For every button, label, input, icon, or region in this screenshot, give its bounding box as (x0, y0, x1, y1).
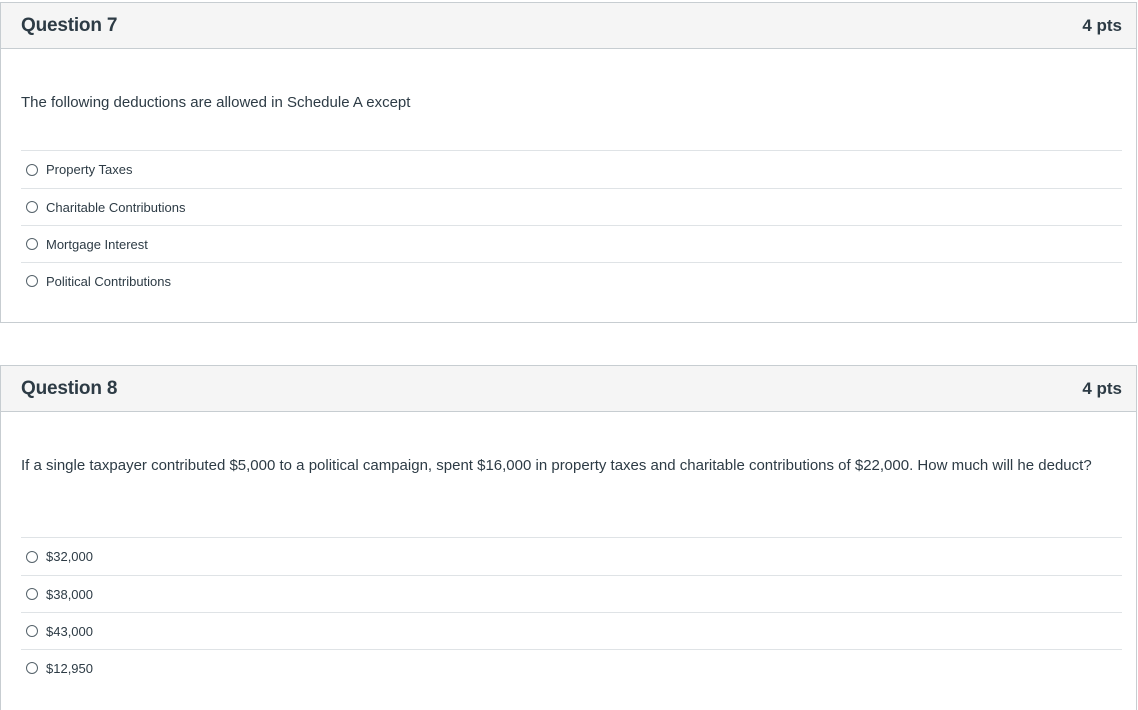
radio-button[interactable] (26, 588, 38, 600)
answer-label[interactable]: $12,950 (46, 661, 93, 676)
answer-label[interactable]: Mortgage Interest (46, 237, 148, 252)
question-8-card: Question 8 4 pts If a single taxpayer co… (0, 365, 1137, 710)
question-text: If a single taxpayer contributed $5,000 … (21, 457, 1092, 474)
answer-option[interactable]: Charitable Contributions (21, 188, 1122, 225)
answer-label[interactable]: Property Taxes (46, 162, 132, 177)
question-text: The following deductions are allowed in … (21, 94, 411, 111)
radio-button[interactable] (26, 201, 38, 213)
answer-label[interactable]: $38,000 (46, 587, 93, 602)
question-title: Question 7 (21, 14, 118, 36)
answer-option[interactable]: $38,000 (21, 575, 1122, 612)
answer-option[interactable]: $12,950 (21, 649, 1122, 686)
answer-label[interactable]: $43,000 (46, 624, 93, 639)
radio-button[interactable] (26, 163, 38, 176)
answer-label[interactable]: $32,000 (46, 549, 93, 564)
question-7-card: Question 7 4 pts The following deduction… (0, 2, 1137, 323)
answer-list: Property Taxes Charitable Contributions … (21, 150, 1122, 299)
answer-label[interactable]: Political Contributions (46, 274, 171, 289)
answer-list: $32,000 $38,000 $43,000 $12,950 (21, 537, 1122, 686)
question-points: 4 pts (1082, 15, 1122, 35)
radio-button[interactable] (26, 625, 38, 637)
radio-button[interactable] (26, 550, 38, 563)
radio-button[interactable] (26, 275, 38, 287)
answer-option[interactable]: Political Contributions (21, 262, 1122, 299)
question-points: 4 pts (1082, 378, 1122, 398)
answer-option[interactable]: $32,000 (21, 537, 1122, 575)
question-title: Question 8 (21, 377, 118, 399)
radio-button[interactable] (26, 238, 38, 250)
question-header: Question 8 4 pts (1, 366, 1136, 412)
answer-option[interactable]: Mortgage Interest (21, 225, 1122, 262)
answer-label[interactable]: Charitable Contributions (46, 200, 185, 215)
answer-option[interactable]: $43,000 (21, 612, 1122, 649)
answer-option[interactable]: Property Taxes (21, 150, 1122, 188)
radio-button[interactable] (26, 662, 38, 674)
question-header: Question 7 4 pts (1, 3, 1136, 49)
